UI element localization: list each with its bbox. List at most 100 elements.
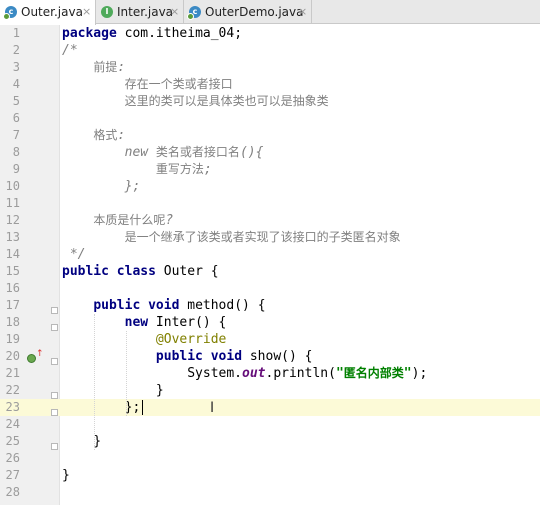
text-caret: [142, 400, 143, 415]
code-text: 重写方法;: [155, 162, 212, 177]
code-line[interactable]: 12 本质是什么呢?: [0, 212, 540, 229]
code-line[interactable]: 1 package com.itheima_04;: [0, 25, 540, 42]
interface-icon: I: [101, 6, 113, 18]
code-text: 格式:: [93, 128, 126, 143]
code-line[interactable]: 20 public void show() {: [0, 348, 540, 365]
code-line[interactable]: 18 new Inter() {: [0, 314, 540, 331]
code-text: */: [62, 247, 86, 262]
mouse-ibeam-cursor: I: [210, 400, 215, 416]
code-text: @Override: [155, 332, 227, 347]
code-text: }: [62, 383, 164, 398]
code-line[interactable]: 24: [0, 416, 540, 433]
line-number: 2: [12, 43, 20, 57]
code-text: package com.itheima_04;: [62, 26, 243, 41]
code-editor[interactable]: 1 package com.itheima_04; 2/* 3 前提: 4 存在一个类或…: [0, 25, 540, 505]
line-number: 28: [5, 485, 20, 499]
line-number: 4: [12, 77, 20, 91]
code-line[interactable]: 27}: [0, 467, 540, 484]
code-line[interactable]: 22 }: [0, 382, 540, 399]
code-text: }: [62, 434, 102, 449]
code-line[interactable]: 8 new 类名或者接口名(){: [0, 144, 540, 161]
line-number: 21: [5, 366, 20, 380]
editor-tab-bar: c Outer.java × I Inter.java × c OuterDem…: [0, 0, 540, 25]
up-arrow-icon: ↑: [36, 349, 44, 359]
line-number: 24: [5, 417, 20, 431]
line-number: 17: [5, 298, 20, 312]
line-number: 13: [5, 230, 20, 244]
code-line[interactable]: 4 存在一个类或者接口: [0, 76, 540, 93]
tab-outerdemo-java[interactable]: c OuterDemo.java ×: [184, 0, 312, 24]
code-line[interactable]: 5 这里的类可以是具体类也可以是抽象类: [0, 93, 540, 110]
line-number: 6: [12, 111, 20, 125]
line-number: 22: [5, 383, 20, 397]
line-number: 12: [5, 213, 20, 227]
tab-inter-java[interactable]: I Inter.java ×: [96, 0, 184, 24]
close-icon[interactable]: ×: [170, 0, 179, 24]
code-text: 存在一个类或者接口: [124, 77, 233, 91]
code-text: };: [62, 400, 141, 415]
implements-method-icon[interactable]: [27, 354, 36, 363]
close-icon[interactable]: ×: [82, 0, 91, 24]
tab-outer-java[interactable]: c Outer.java ×: [0, 0, 96, 25]
code-text: new Inter() {: [124, 315, 227, 330]
line-number: 20: [5, 349, 20, 363]
code-text: 是一个继承了该类或者实现了该接口的子类匿名对象: [124, 230, 401, 244]
code-text: new 类名或者接口名(){: [62, 145, 264, 160]
line-number: 27: [5, 468, 20, 482]
fold-marker[interactable]: [51, 307, 58, 314]
code-line[interactable]: 11: [0, 195, 540, 212]
line-number: 7: [12, 128, 20, 142]
line-number: 1: [12, 26, 20, 40]
code-text: public void method() {: [93, 298, 266, 313]
code-line[interactable]: 9 重写方法;: [0, 161, 540, 178]
fold-marker[interactable]: [51, 324, 58, 331]
code-line[interactable]: 28: [0, 484, 540, 501]
fold-marker[interactable]: [51, 443, 58, 450]
fold-marker[interactable]: [51, 409, 58, 416]
code-text: public class Outer {: [62, 264, 219, 279]
code-line[interactable]: 3 前提:: [0, 59, 540, 76]
code-text: }: [62, 468, 70, 483]
code-line[interactable]: 6: [0, 110, 540, 127]
line-number: 16: [5, 281, 20, 295]
code-line[interactable]: 23 };: [0, 399, 540, 416]
code-line[interactable]: 15 public class Outer {: [0, 263, 540, 280]
line-number: 18: [5, 315, 20, 329]
code-text: 前提:: [93, 60, 126, 75]
line-number: 3: [12, 60, 20, 74]
code-text: 这里的类可以是具体类也可以是抽象类: [124, 94, 329, 108]
code-line[interactable]: 10 };: [0, 178, 540, 195]
class-icon: c: [187, 6, 201, 20]
code-line[interactable]: 25 }: [0, 433, 540, 450]
code-text: 本质是什么呢?: [93, 213, 174, 228]
code-text: };: [62, 179, 141, 194]
fold-marker[interactable]: [51, 358, 58, 365]
class-icon: c: [3, 6, 17, 20]
code-line[interactable]: 26: [0, 450, 540, 467]
code-line[interactable]: 16: [0, 280, 540, 297]
code-text: /*: [62, 43, 78, 58]
code-text: System.out.println("匿名内部类");: [62, 366, 428, 381]
line-number: 23: [5, 400, 20, 414]
code-line[interactable]: 2 /*: [0, 42, 540, 59]
line-number: 5: [12, 94, 20, 108]
line-number: 8: [12, 145, 20, 159]
fold-marker[interactable]: [51, 392, 58, 399]
line-number: 25: [5, 434, 20, 448]
line-number: 15: [5, 264, 20, 278]
tab-label: Outer.java: [21, 5, 83, 19]
code-text: public void show() {: [155, 349, 313, 364]
indent-guide: [94, 314, 95, 450]
code-line[interactable]: 14 */: [0, 246, 540, 263]
code-line[interactable]: 21 System.out.println("匿名内部类");: [0, 365, 540, 382]
tab-label: Inter.java: [117, 5, 174, 19]
line-number: 26: [5, 451, 20, 465]
code-line[interactable]: 7 格式:: [0, 127, 540, 144]
code-line[interactable]: 19 @Override: [0, 331, 540, 348]
tab-label: OuterDemo.java: [205, 5, 304, 19]
code-line[interactable]: 13 是一个继承了该类或者实现了该接口的子类匿名对象: [0, 229, 540, 246]
line-number: 10: [5, 179, 20, 193]
close-icon[interactable]: ×: [298, 0, 307, 24]
code-line[interactable]: 17 public void method() {: [0, 297, 540, 314]
line-number: 11: [5, 196, 20, 210]
